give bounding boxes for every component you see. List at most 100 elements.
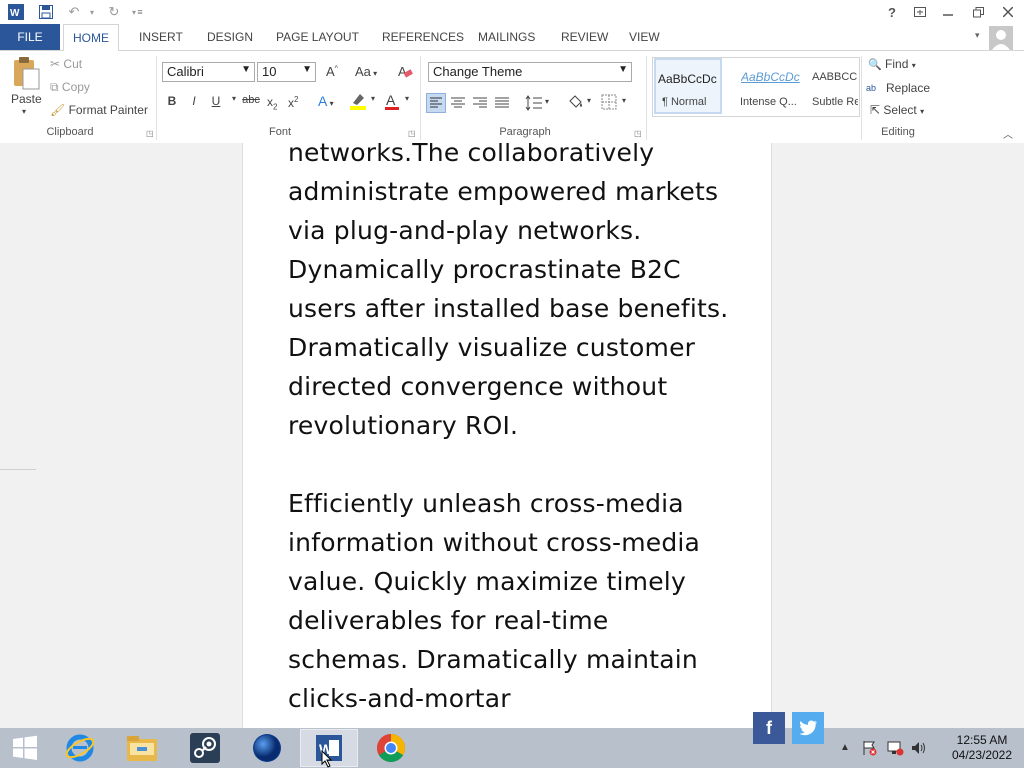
font-size-select[interactable]: 10 ▼ (257, 62, 316, 82)
file-explorer-icon[interactable] (120, 730, 164, 766)
tab-file[interactable]: FILE (0, 24, 60, 50)
document-paragraph[interactable]: Efficiently unleash cross-media informat… (288, 484, 748, 718)
volume-icon[interactable] (910, 740, 928, 759)
subscript-button[interactable]: x2 (267, 95, 277, 111)
align-center-button[interactable] (449, 94, 467, 112)
replace-icon: ab (866, 83, 877, 93)
paragraph-group-label: Paragraph (499, 126, 551, 138)
text-effects-button[interactable]: A ▾ (318, 93, 334, 109)
globe-icon[interactable] (245, 730, 289, 766)
style-intense-quote-preview: AaBbCcDc (741, 70, 800, 84)
grow-font-button[interactable]: A^ (326, 64, 338, 79)
style-normal-label: ¶ Normal (662, 96, 707, 108)
chevron-down-icon: ▼ (618, 64, 628, 75)
chrome-icon[interactable] (369, 730, 413, 766)
customize-quick-access-icon[interactable]: ≡ (130, 2, 150, 22)
strikethrough-button[interactable]: abc (240, 94, 262, 106)
tab-home[interactable]: HOME (63, 24, 119, 52)
replace-label[interactable]: Replace (886, 81, 930, 95)
chevron-down-icon: ▾ (371, 94, 376, 103)
steam-icon[interactable] (183, 730, 227, 766)
chevron-down-icon: ▾ (370, 69, 378, 78)
save-icon[interactable] (36, 2, 56, 22)
internet-explorer-icon[interactable] (58, 730, 102, 766)
style-subtle-reference[interactable]: AABBCC Subtle Re (808, 58, 858, 114)
text-line: information without cross-media (288, 528, 701, 557)
cut-button[interactable]: ✂ Cut (50, 57, 82, 71)
tab-page-layout[interactable]: PAGE LAYOUT (266, 24, 369, 50)
word-app-icon[interactable]: W (6, 2, 26, 22)
document-paragraph[interactable]: networks.The collaboratively administrat… (288, 143, 748, 445)
account-dropdown-icon[interactable]: ▾ (975, 30, 980, 41)
paintbrush-icon: 🖌 (50, 103, 66, 117)
chevron-down-icon: ▾ (545, 97, 550, 106)
bold-button[interactable]: B (163, 94, 181, 108)
style-normal[interactable]: AaBbCcDc ¶ Normal (654, 58, 722, 114)
font-name-select[interactable]: Calibri ▼ (162, 62, 255, 82)
document-page[interactable]: networks.The collaboratively administrat… (242, 143, 772, 728)
restore-icon[interactable] (964, 0, 992, 24)
font-color-button[interactable]: A ▾ (385, 92, 415, 112)
twitter-icon[interactable] (792, 712, 824, 744)
italic-button[interactable]: I (185, 94, 203, 108)
text-line: clicks-and-mortar (288, 684, 511, 713)
text-line: users after installed base benefits. (288, 294, 729, 323)
style-subtle-reference-label: Subtle Re (812, 96, 858, 108)
align-left-button[interactable] (426, 93, 446, 113)
tab-insert[interactable]: INSERT (129, 24, 193, 50)
show-hidden-icons-icon[interactable]: ▲ (840, 742, 850, 753)
replace-button[interactable]: ab (866, 80, 876, 94)
editing-group-label: Editing (881, 126, 915, 138)
tab-review[interactable]: REVIEW (551, 24, 618, 50)
word-taskbar-button[interactable]: W (300, 729, 358, 768)
find-button[interactable]: 🔍 Find ▾ (868, 57, 916, 71)
avatar[interactable] (989, 26, 1013, 50)
tab-view[interactable]: VIEW (619, 24, 670, 50)
title-bar (0, 0, 1024, 24)
cut-label: Cut (63, 57, 83, 71)
facebook-icon[interactable]: f (753, 712, 785, 744)
tab-mailings[interactable]: MAILINGS (468, 24, 545, 50)
theme-select[interactable]: Change Theme ▼ (428, 62, 632, 82)
help-button[interactable]: ? (878, 0, 906, 24)
style-intense-quote[interactable]: AaBbCcDc Intense Q... (736, 58, 802, 114)
close-icon[interactable] (994, 0, 1022, 24)
format-painter-button[interactable]: 🖌 Format Painter (50, 103, 148, 117)
change-case-button[interactable]: Aa ▾ (355, 64, 377, 79)
minimize-icon[interactable] (934, 0, 962, 24)
action-center-flag-icon[interactable] (861, 740, 877, 759)
borders-button[interactable]: ▾ (601, 94, 631, 112)
paragraph-launcher-icon[interactable]: ◳ (634, 129, 642, 138)
copy-button[interactable]: ⧉ Copy (50, 80, 90, 95)
tab-references[interactable]: REFERENCES (372, 24, 474, 50)
start-icon[interactable] (3, 730, 47, 766)
line-spacing-button[interactable]: ▾ (525, 94, 555, 112)
binoculars-icon: 🔍 (868, 59, 882, 71)
copy-label: Copy (61, 80, 90, 94)
undo-dropdown-icon[interactable]: ▾ (82, 2, 102, 22)
justify-button[interactable] (493, 94, 511, 112)
clock[interactable]: 12:55 AM 04/23/2022 (944, 733, 1020, 762)
text-line: directed convergence without (288, 372, 668, 401)
style-normal-preview: AaBbCcDc (658, 72, 717, 86)
redo-icon[interactable]: ↻ (104, 2, 124, 22)
tab-design[interactable]: DESIGN (197, 24, 263, 50)
collapse-ribbon-icon[interactable]: ︿ (1003, 126, 1013, 141)
shading-button[interactable]: ▾ (566, 93, 596, 113)
font-launcher-icon[interactable]: ◳ (408, 129, 416, 138)
network-icon[interactable] (886, 740, 904, 759)
clear-formatting-icon[interactable]: A (397, 63, 413, 79)
undo-icon[interactable]: ↶ (64, 2, 84, 22)
ribbon-display-icon[interactable] (906, 0, 934, 24)
style-intense-quote-label: Intense Q... (740, 96, 797, 108)
underline-button[interactable]: U (207, 94, 225, 108)
align-right-button[interactable] (471, 94, 489, 112)
paste-button[interactable]: Paste ▾ (8, 57, 44, 117)
highlight-color-button[interactable]: ▾ (349, 92, 379, 112)
paste-label: Paste (11, 92, 42, 106)
superscript-button[interactable]: x2 (288, 95, 298, 110)
select-button[interactable]: ⇱ Select ▾ (870, 103, 924, 117)
clipboard-launcher-icon[interactable]: ◳ (146, 129, 154, 138)
divider (420, 56, 421, 140)
select-label: Select (883, 103, 917, 117)
